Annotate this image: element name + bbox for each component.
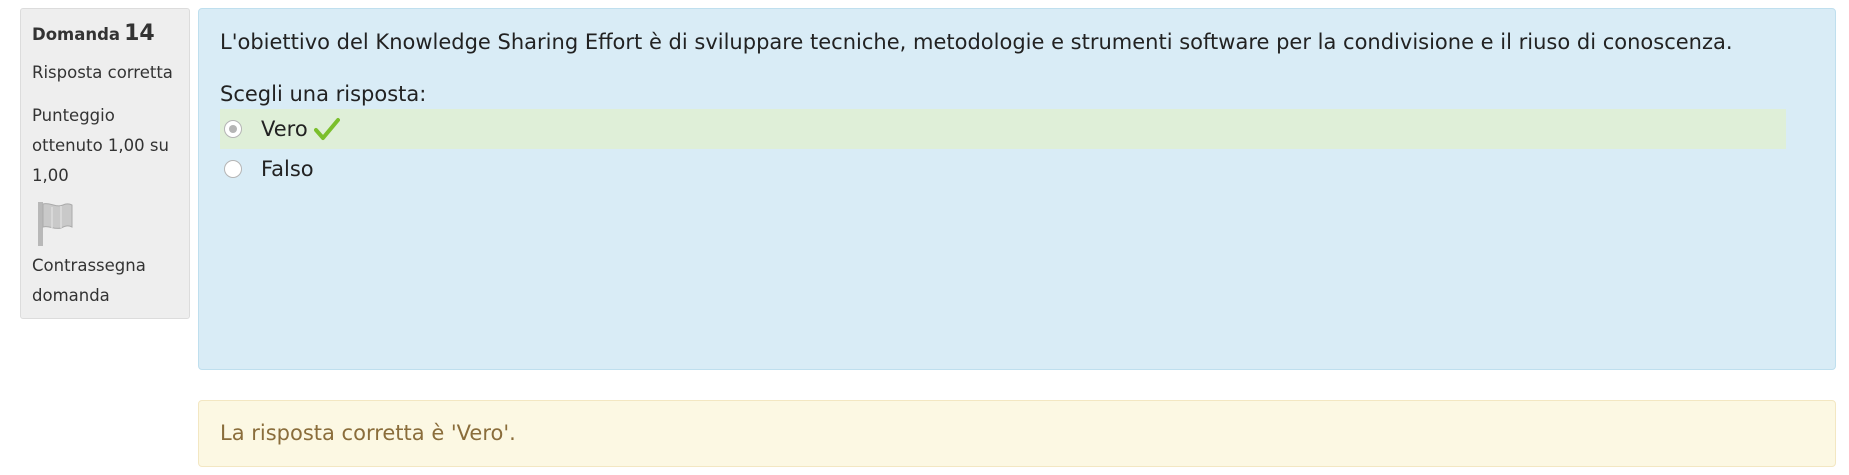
answer-label: Vero <box>261 117 308 141</box>
question-state: Risposta corretta <box>32 63 173 82</box>
answer-prompt: Scegli una risposta: <box>220 82 427 106</box>
flag-question-link[interactable]: Contrassegna domanda <box>32 251 178 311</box>
flag-icon[interactable] <box>32 199 76 247</box>
answer-option-vero[interactable]: Vero <box>220 109 1786 149</box>
grade-line: Punteggio <box>32 106 115 125</box>
flag-label-line: domanda <box>32 286 110 305</box>
question-info-panel: Domanda 14 Risposta corretta Punteggio ot… <box>20 8 190 319</box>
feedback-right-answer: La risposta corretta è 'Vero'. <box>198 400 1836 467</box>
grade-line: 1,00 <box>32 166 69 185</box>
right-answer-text: La risposta corretta è 'Vero'. <box>220 421 516 445</box>
question-formulation: L'obiettivo del Knowledge Sharing Effort… <box>198 8 1836 370</box>
answer-option-falso[interactable]: Falso <box>220 149 1814 189</box>
check-icon <box>313 118 340 140</box>
flag-label-line: Contrassegna <box>32 256 146 275</box>
question-grade: Punteggio ottenuto 1,00 su 1,00 <box>32 101 178 191</box>
answer-radio[interactable] <box>224 120 242 138</box>
grade-line: ottenuto 1,00 su <box>32 136 169 155</box>
question-number-value: 14 <box>124 21 155 46</box>
quiz-question-page: Domanda 14 Risposta corretta Punteggio ot… <box>0 0 1849 475</box>
question-label: Domanda <box>32 25 121 44</box>
answer-radio[interactable] <box>224 160 242 178</box>
question-text: L'obiettivo del Knowledge Sharing Effort… <box>220 30 1733 54</box>
answer-label: Falso <box>261 157 314 181</box>
question-number: Domanda 14 <box>32 19 178 50</box>
